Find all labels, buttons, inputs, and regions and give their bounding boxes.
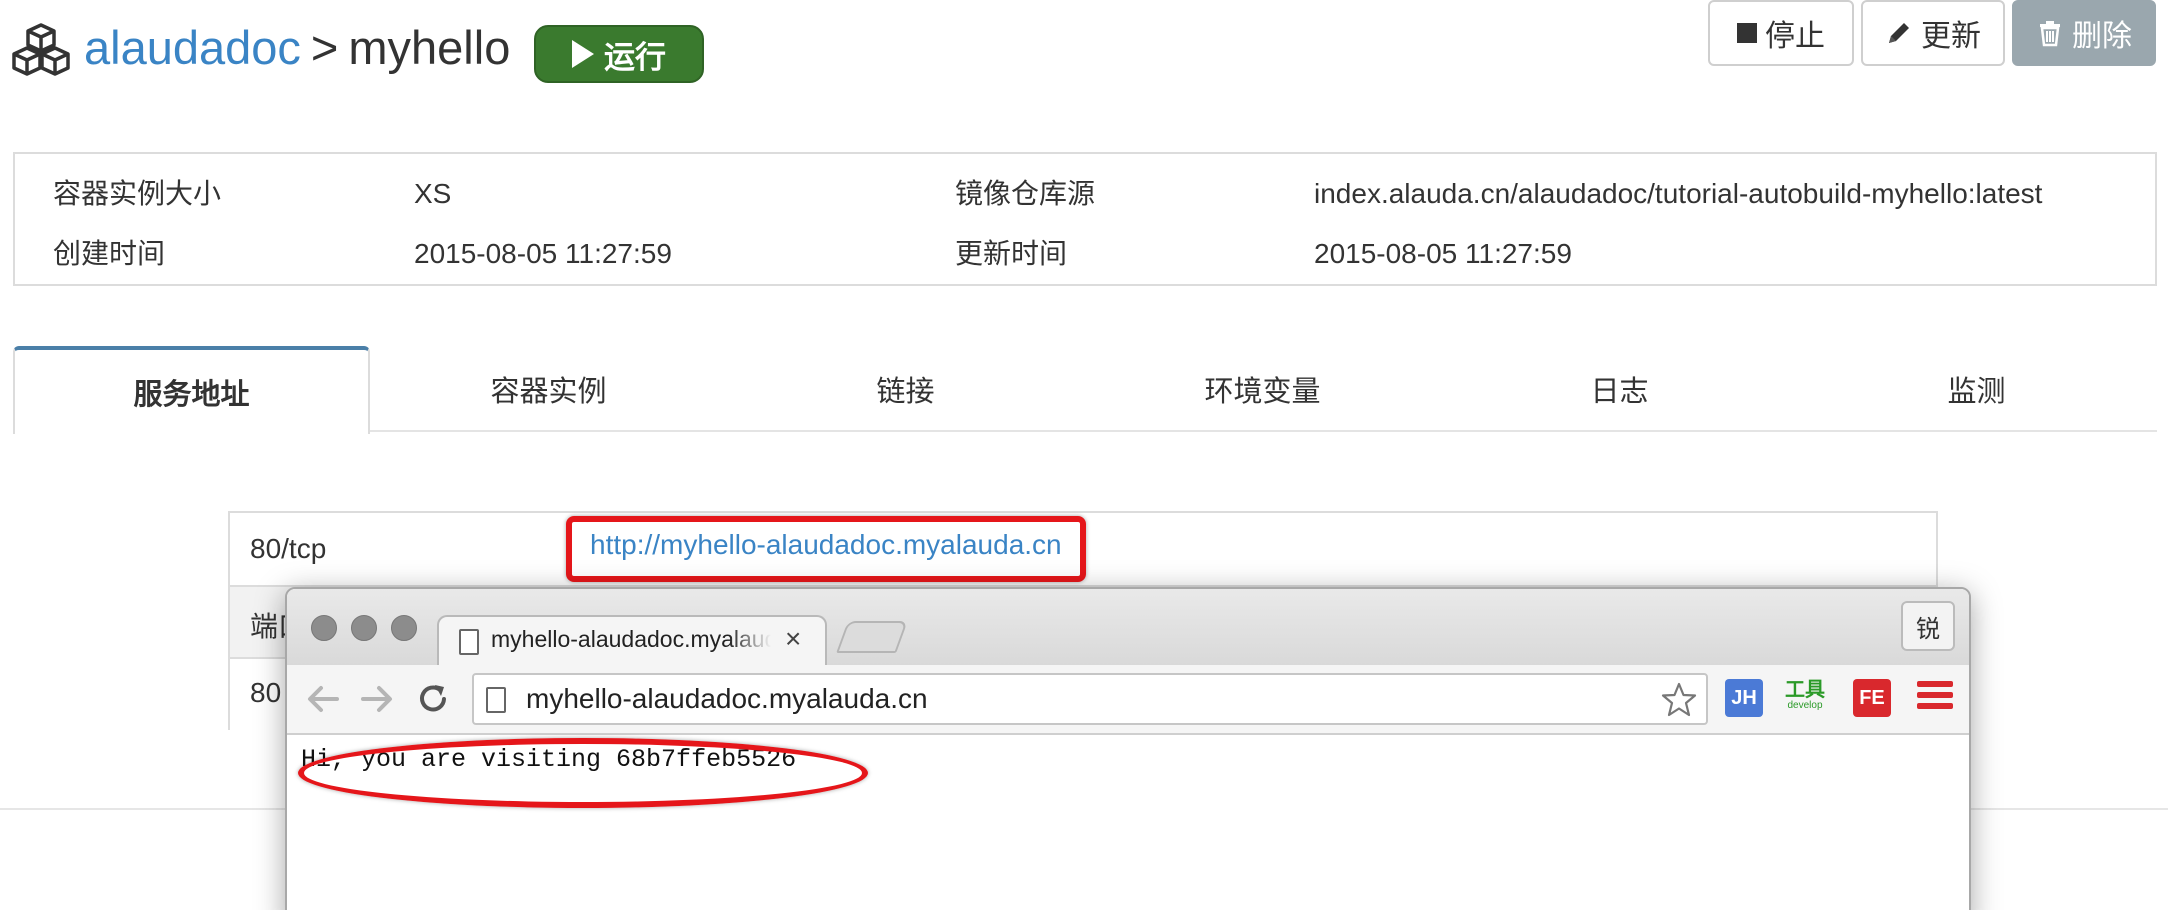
- back-arrow-icon[interactable]: [303, 679, 343, 719]
- page-icon: [459, 629, 479, 655]
- service-tabs: 服务地址 容器实例 链接 环境变量 日志 监测: [13, 346, 2157, 434]
- stop-label: 停止: [1765, 20, 1825, 53]
- address-bar[interactable]: myhello-alaudadoc.myalauda.cn: [472, 673, 1708, 725]
- tab-close-icon[interactable]: ×: [785, 623, 801, 655]
- bookmark-star-icon[interactable]: [1660, 681, 1698, 719]
- delete-label: 删除: [2072, 20, 2132, 53]
- address-text: myhello-alaudadoc.myalauda.cn: [526, 683, 928, 714]
- image-value: index.alauda.cn/alaudadoc/tutorial-autob…: [1314, 178, 2043, 209]
- image-label: 镜像仓库源: [955, 178, 1096, 209]
- stop-icon: [1737, 23, 1757, 43]
- browser-tabstrip: myhello-alaudadoc.myalauda.cn × 锐: [287, 589, 1969, 667]
- tab-links[interactable]: 链接: [727, 346, 1084, 432]
- window-zoom-dot[interactable]: [391, 615, 417, 641]
- breadcrumb-parent-link[interactable]: alaudadoc: [84, 21, 301, 74]
- page-header: alaudadoc > myhello 运行 停止 更新 删除: [0, 0, 2168, 110]
- updated-value: 2015-08-05 11:27:59: [1314, 238, 1572, 269]
- reload-icon[interactable]: [413, 679, 453, 719]
- response-highlight-annotation: [298, 738, 868, 808]
- updated-label: 更新时间: [955, 238, 1068, 269]
- delete-button[interactable]: 删除: [2012, 0, 2156, 66]
- pencil-icon: [1889, 23, 1909, 43]
- trash-icon: [2040, 21, 2060, 47]
- browser-toolbar: myhello-alaudadoc.myalauda.cn JH 工具 deve…: [287, 665, 1969, 735]
- tools-extension-label: 工具: [1785, 679, 1825, 701]
- fe-extension-icon[interactable]: FE: [1853, 679, 1891, 717]
- breadcrumb-separator: >: [310, 21, 339, 74]
- browser-menu-icon[interactable]: [1917, 681, 1953, 717]
- stop-button[interactable]: 停止: [1708, 0, 1854, 66]
- page-title: alaudadoc > myhello: [84, 18, 510, 78]
- tab-container-instances[interactable]: 容器实例: [370, 346, 727, 432]
- port-cell: 80: [250, 677, 282, 708]
- browser-tab[interactable]: myhello-alaudadoc.myalauda.cn ×: [437, 615, 827, 667]
- forward-arrow-icon[interactable]: [357, 679, 397, 719]
- update-label: 更新: [1921, 20, 1981, 53]
- breadcrumb-current: myhello: [348, 21, 511, 74]
- page-icon: [486, 687, 506, 713]
- profile-button[interactable]: 锐: [1901, 601, 1955, 651]
- tab-logs[interactable]: 日志: [1441, 346, 1798, 432]
- tab-service-address[interactable]: 服务地址: [13, 346, 370, 434]
- run-status-button[interactable]: 运行: [534, 25, 704, 83]
- port-cell: 80/tcp: [250, 533, 327, 564]
- window-close-dot[interactable]: [311, 615, 337, 641]
- tab-env-vars[interactable]: 环境变量: [1084, 346, 1441, 432]
- url-highlight-annotation: [566, 516, 1086, 582]
- created-label: 创建时间: [53, 238, 166, 269]
- play-icon: [572, 40, 594, 68]
- browser-tab-title: myhello-alaudadoc.myalauda.cn: [491, 626, 771, 652]
- window-minimize-dot[interactable]: [351, 615, 377, 641]
- update-button[interactable]: 更新: [1861, 0, 2005, 66]
- tools-extension-sublabel: develop: [1787, 700, 1823, 711]
- size-value: XS: [414, 178, 452, 209]
- tools-extension-icon[interactable]: 工具 develop: [1783, 679, 1827, 717]
- run-label: 运行: [604, 39, 666, 75]
- tab-monitoring[interactable]: 监测: [1798, 346, 2155, 432]
- new-tab-button[interactable]: [836, 621, 908, 653]
- service-info-panel: 容器实例大小 XS 镜像仓库源 index.alauda.cn/alaudado…: [13, 152, 2157, 286]
- size-label: 容器实例大小: [53, 178, 222, 209]
- jh-extension-icon[interactable]: JH: [1725, 679, 1763, 717]
- created-value: 2015-08-05 11:27:59: [414, 238, 672, 269]
- cubes-icon: [12, 23, 70, 76]
